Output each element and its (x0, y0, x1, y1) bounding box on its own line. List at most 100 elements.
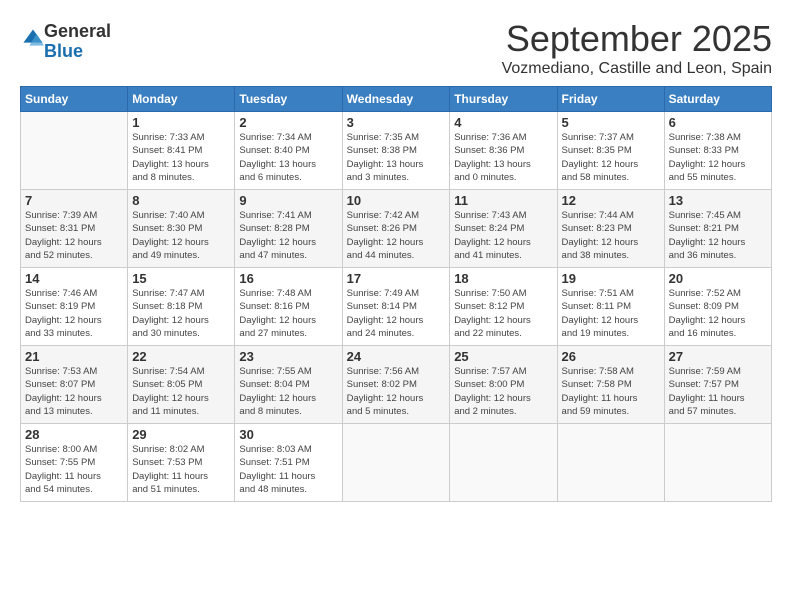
calendar-cell: 22Sunrise: 7:54 AM Sunset: 8:05 PM Dayli… (128, 346, 235, 424)
day-info: Sunrise: 7:54 AM Sunset: 8:05 PM Dayligh… (132, 365, 230, 418)
header-wednesday: Wednesday (342, 87, 450, 112)
header-friday: Friday (557, 87, 664, 112)
day-info: Sunrise: 7:34 AM Sunset: 8:40 PM Dayligh… (239, 131, 337, 184)
day-number: 17 (347, 271, 446, 286)
day-number: 24 (347, 349, 446, 364)
day-number: 19 (562, 271, 660, 286)
day-number: 8 (132, 193, 230, 208)
calendar-week-row-1: 1Sunrise: 7:33 AM Sunset: 8:41 PM Daylig… (21, 112, 772, 190)
day-info: Sunrise: 7:39 AM Sunset: 8:31 PM Dayligh… (25, 209, 123, 262)
day-info: Sunrise: 7:48 AM Sunset: 8:16 PM Dayligh… (239, 287, 337, 340)
day-info: Sunrise: 7:49 AM Sunset: 8:14 PM Dayligh… (347, 287, 446, 340)
calendar-cell (21, 112, 128, 190)
day-info: Sunrise: 8:00 AM Sunset: 7:55 PM Dayligh… (25, 443, 123, 496)
day-number: 28 (25, 427, 123, 442)
header-saturday: Saturday (664, 87, 771, 112)
day-number: 10 (347, 193, 446, 208)
calendar-cell (557, 424, 664, 502)
page: General Blue September 2025 Vozmediano, … (0, 0, 792, 612)
day-info: Sunrise: 7:38 AM Sunset: 8:33 PM Dayligh… (669, 131, 767, 184)
day-info: Sunrise: 7:56 AM Sunset: 8:02 PM Dayligh… (347, 365, 446, 418)
calendar-table: Sunday Monday Tuesday Wednesday Thursday… (20, 86, 772, 502)
calendar-cell: 1Sunrise: 7:33 AM Sunset: 8:41 PM Daylig… (128, 112, 235, 190)
day-info: Sunrise: 7:51 AM Sunset: 8:11 PM Dayligh… (562, 287, 660, 340)
calendar-cell: 12Sunrise: 7:44 AM Sunset: 8:23 PM Dayli… (557, 190, 664, 268)
calendar-cell: 18Sunrise: 7:50 AM Sunset: 8:12 PM Dayli… (450, 268, 557, 346)
day-number: 20 (669, 271, 767, 286)
day-number: 16 (239, 271, 337, 286)
calendar-cell: 14Sunrise: 7:46 AM Sunset: 8:19 PM Dayli… (21, 268, 128, 346)
day-number: 27 (669, 349, 767, 364)
calendar-cell: 15Sunrise: 7:47 AM Sunset: 8:18 PM Dayli… (128, 268, 235, 346)
header: General Blue September 2025 Vozmediano, … (20, 18, 772, 78)
calendar-cell (664, 424, 771, 502)
header-tuesday: Tuesday (235, 87, 342, 112)
calendar-cell: 3Sunrise: 7:35 AM Sunset: 8:38 PM Daylig… (342, 112, 450, 190)
day-number: 5 (562, 115, 660, 130)
day-info: Sunrise: 7:57 AM Sunset: 8:00 PM Dayligh… (454, 365, 552, 418)
day-number: 18 (454, 271, 552, 286)
calendar-cell: 5Sunrise: 7:37 AM Sunset: 8:35 PM Daylig… (557, 112, 664, 190)
day-info: Sunrise: 7:59 AM Sunset: 7:57 PM Dayligh… (669, 365, 767, 418)
day-number: 1 (132, 115, 230, 130)
calendar-cell (342, 424, 450, 502)
calendar-week-row-5: 28Sunrise: 8:00 AM Sunset: 7:55 PM Dayli… (21, 424, 772, 502)
day-number: 25 (454, 349, 552, 364)
day-info: Sunrise: 7:45 AM Sunset: 8:21 PM Dayligh… (669, 209, 767, 262)
title-area: September 2025 Vozmediano, Castille and … (502, 18, 772, 78)
calendar-cell: 2Sunrise: 7:34 AM Sunset: 8:40 PM Daylig… (235, 112, 342, 190)
day-number: 2 (239, 115, 337, 130)
day-number: 26 (562, 349, 660, 364)
day-number: 15 (132, 271, 230, 286)
calendar-cell: 8Sunrise: 7:40 AM Sunset: 8:30 PM Daylig… (128, 190, 235, 268)
day-info: Sunrise: 8:02 AM Sunset: 7:53 PM Dayligh… (132, 443, 230, 496)
day-info: Sunrise: 7:43 AM Sunset: 8:24 PM Dayligh… (454, 209, 552, 262)
calendar-cell: 7Sunrise: 7:39 AM Sunset: 8:31 PM Daylig… (21, 190, 128, 268)
calendar-cell: 13Sunrise: 7:45 AM Sunset: 8:21 PM Dayli… (664, 190, 771, 268)
calendar-cell: 9Sunrise: 7:41 AM Sunset: 8:28 PM Daylig… (235, 190, 342, 268)
header-sunday: Sunday (21, 87, 128, 112)
day-info: Sunrise: 7:47 AM Sunset: 8:18 PM Dayligh… (132, 287, 230, 340)
logo-general-text: General (44, 21, 111, 41)
day-number: 3 (347, 115, 446, 130)
day-number: 4 (454, 115, 552, 130)
calendar-week-row-3: 14Sunrise: 7:46 AM Sunset: 8:19 PM Dayli… (21, 268, 772, 346)
calendar-cell: 30Sunrise: 8:03 AM Sunset: 7:51 PM Dayli… (235, 424, 342, 502)
calendar-cell: 17Sunrise: 7:49 AM Sunset: 8:14 PM Dayli… (342, 268, 450, 346)
day-number: 7 (25, 193, 123, 208)
calendar-cell: 21Sunrise: 7:53 AM Sunset: 8:07 PM Dayli… (21, 346, 128, 424)
day-number: 30 (239, 427, 337, 442)
month-title: September 2025 (502, 18, 772, 60)
day-info: Sunrise: 7:44 AM Sunset: 8:23 PM Dayligh… (562, 209, 660, 262)
header-monday: Monday (128, 87, 235, 112)
day-info: Sunrise: 7:55 AM Sunset: 8:04 PM Dayligh… (239, 365, 337, 418)
calendar-cell (450, 424, 557, 502)
calendar-cell: 6Sunrise: 7:38 AM Sunset: 8:33 PM Daylig… (664, 112, 771, 190)
day-info: Sunrise: 7:53 AM Sunset: 8:07 PM Dayligh… (25, 365, 123, 418)
weekday-header-row: Sunday Monday Tuesday Wednesday Thursday… (21, 87, 772, 112)
calendar-cell: 24Sunrise: 7:56 AM Sunset: 8:02 PM Dayli… (342, 346, 450, 424)
day-info: Sunrise: 7:35 AM Sunset: 8:38 PM Dayligh… (347, 131, 446, 184)
calendar-cell: 16Sunrise: 7:48 AM Sunset: 8:16 PM Dayli… (235, 268, 342, 346)
day-number: 29 (132, 427, 230, 442)
day-info: Sunrise: 7:52 AM Sunset: 8:09 PM Dayligh… (669, 287, 767, 340)
calendar-cell: 26Sunrise: 7:58 AM Sunset: 7:58 PM Dayli… (557, 346, 664, 424)
day-number: 23 (239, 349, 337, 364)
calendar-cell: 11Sunrise: 7:43 AM Sunset: 8:24 PM Dayli… (450, 190, 557, 268)
day-number: 22 (132, 349, 230, 364)
location-subtitle: Vozmediano, Castille and Leon, Spain (502, 60, 772, 78)
day-info: Sunrise: 7:50 AM Sunset: 8:12 PM Dayligh… (454, 287, 552, 340)
day-info: Sunrise: 7:40 AM Sunset: 8:30 PM Dayligh… (132, 209, 230, 262)
calendar-cell: 10Sunrise: 7:42 AM Sunset: 8:26 PM Dayli… (342, 190, 450, 268)
day-number: 12 (562, 193, 660, 208)
day-number: 11 (454, 193, 552, 208)
day-info: Sunrise: 7:37 AM Sunset: 8:35 PM Dayligh… (562, 131, 660, 184)
header-thursday: Thursday (450, 87, 557, 112)
day-info: Sunrise: 7:41 AM Sunset: 8:28 PM Dayligh… (239, 209, 337, 262)
calendar-week-row-4: 21Sunrise: 7:53 AM Sunset: 8:07 PM Dayli… (21, 346, 772, 424)
logo-blue-text: Blue (44, 41, 83, 61)
logo-icon (22, 28, 44, 50)
day-info: Sunrise: 7:58 AM Sunset: 7:58 PM Dayligh… (562, 365, 660, 418)
day-number: 14 (25, 271, 123, 286)
day-number: 9 (239, 193, 337, 208)
